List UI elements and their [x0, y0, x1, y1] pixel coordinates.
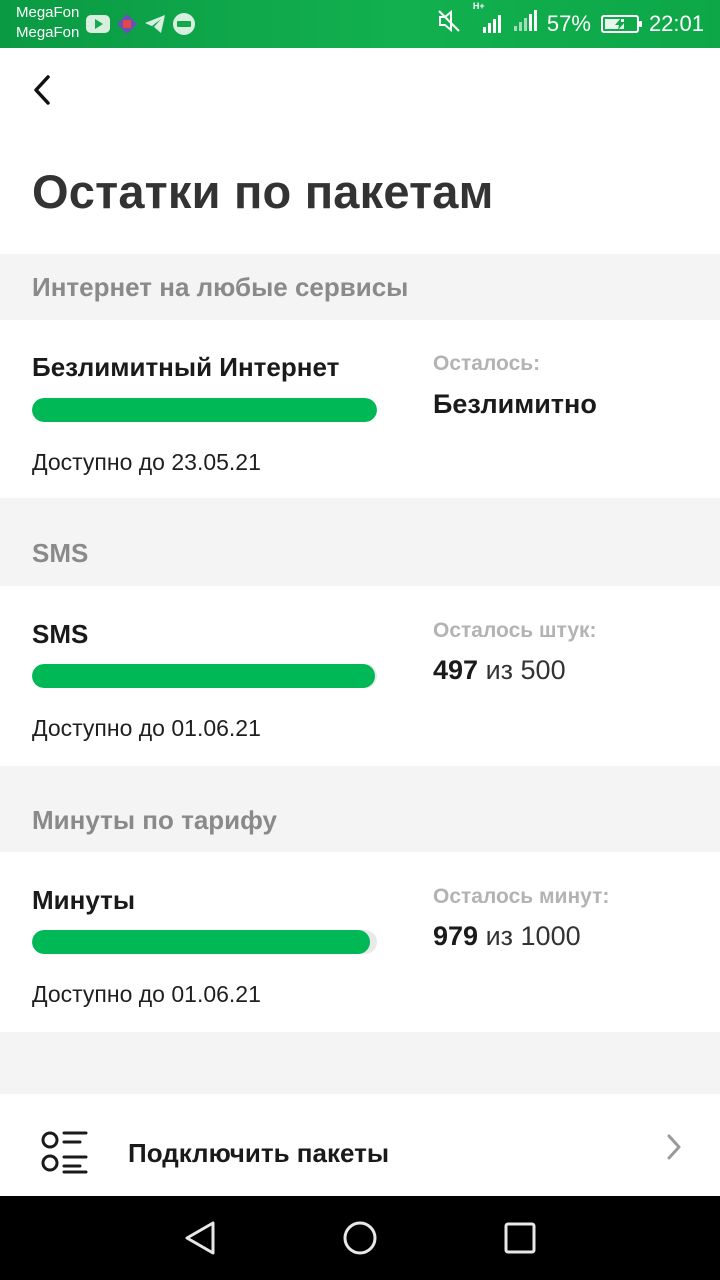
- square-recents-icon: [504, 1222, 536, 1254]
- signal-icon: [513, 10, 537, 38]
- page-title: Остатки по пакетам: [32, 165, 494, 218]
- progress-bar: [32, 930, 377, 954]
- package-card-sms[interactable]: SMS Доступно до 01.06.21 Осталось штук: …: [0, 586, 720, 766]
- available-until: Доступно до 01.06.21: [32, 981, 261, 1007]
- available-until: Доступно до 01.06.21: [32, 715, 261, 741]
- navigation-bar: [0, 1196, 720, 1280]
- circle-home-icon: [343, 1221, 377, 1255]
- progress-fill: [32, 930, 370, 954]
- package-name: Безлимитный Интернет: [32, 352, 340, 382]
- status-right: H+ 57% 22:01: [437, 0, 704, 48]
- battery-icon: [600, 15, 642, 33]
- nav-recents-button[interactable]: [498, 1216, 542, 1260]
- nav-back-button[interactable]: [178, 1216, 222, 1260]
- remaining-value: 497 из 500: [433, 655, 566, 686]
- remaining-label: Осталось штук:: [433, 619, 597, 642]
- header: Остатки по пакетам: [0, 48, 720, 254]
- package-card-internet[interactable]: Безлимитный Интернет Доступно до 23.05.2…: [0, 320, 720, 498]
- remaining-amount: 497: [433, 655, 479, 685]
- time: 22:01: [648, 11, 704, 36]
- package-card-minutes[interactable]: Минуты Доступно до 01.06.21 Осталось мин…: [0, 852, 720, 1032]
- remaining-amount: 979: [433, 921, 479, 951]
- remaining-total: из 1000: [485, 921, 581, 951]
- progress-fill: [32, 664, 375, 688]
- notification-icons: [86, 12, 196, 36]
- remaining-total: из 500: [485, 655, 566, 685]
- remaining-label: Осталось:: [433, 352, 541, 375]
- available-until: Доступно до 23.05.21: [32, 449, 261, 475]
- list-icon: [40, 1130, 88, 1179]
- progress-bar: [32, 664, 377, 688]
- triangle-back-icon: [185, 1221, 215, 1255]
- mute-icon: [437, 9, 463, 39]
- app-365-icon: [172, 12, 196, 36]
- connect-packages-label: Подключить пакеты: [128, 1138, 390, 1168]
- app-icon: [116, 13, 138, 35]
- carrier-1: MegaFon: [16, 4, 80, 21]
- back-button[interactable]: [22, 70, 62, 110]
- progress-bar: [32, 398, 377, 422]
- nav-home-button[interactable]: [338, 1216, 382, 1260]
- remaining-value: Безлимитно: [433, 389, 597, 419]
- package-name: SMS: [32, 619, 89, 649]
- package-name: Минуты: [32, 885, 136, 915]
- telegram-icon: [144, 14, 166, 34]
- youtube-icon: [86, 15, 110, 33]
- signal-h-icon: H+: [473, 1, 503, 35]
- section-title-internet: Интернет на любые сервисы: [0, 254, 720, 320]
- chevron-right-icon: [664, 1132, 684, 1167]
- carrier-labels: MegaFon MegaFon: [16, 3, 79, 43]
- carrier-2: MegaFon: [16, 24, 80, 41]
- remaining-label: Осталось минут:: [433, 885, 610, 908]
- section-title-sms: SMS: [0, 498, 720, 586]
- back-arrow-icon: [34, 75, 50, 105]
- status-bar: MegaFon MegaFon H+ 57% 22:01: [0, 0, 720, 48]
- connect-packages-button[interactable]: Подключить пакеты: [0, 1094, 720, 1196]
- progress-fill: [32, 398, 377, 422]
- battery-percent: 57%: [546, 11, 591, 36]
- section-title-minutes: Минуты по тарифу: [0, 766, 720, 852]
- remaining-value: 979 из 1000: [433, 921, 581, 952]
